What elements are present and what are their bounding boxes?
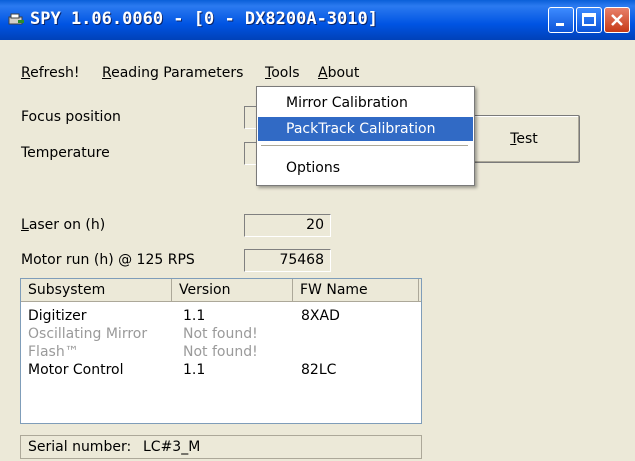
motor-run-value: 75468 [244, 249, 331, 272]
maximize-button[interactable] [576, 7, 602, 33]
serial-number-label: Serial number: [28, 439, 132, 455]
minimize-icon [556, 23, 564, 26]
menu-about[interactable]: About [318, 65, 359, 81]
test-button[interactable]: Test [468, 115, 580, 163]
laser-on-label: Laser on (h) [21, 217, 106, 233]
laser-on-value: 20 [244, 214, 331, 237]
row-subsystem: Digitizer [28, 308, 87, 324]
focus-position-label: Focus position [21, 109, 121, 125]
close-button[interactable] [604, 7, 630, 33]
menu-tools[interactable]: Tools [265, 65, 300, 81]
serial-number-panel: Serial number: LC#3_M [20, 435, 422, 459]
row-version: Not found! [183, 344, 258, 360]
row-subsystem: Oscillating Mirror [28, 326, 148, 342]
row-subsystem: Flash™ [28, 344, 79, 360]
row-fw-name: 82LC [301, 362, 337, 378]
title-bar[interactable]: SPY 1.06.0060 - [0 - DX8200A-3010] [0, 0, 635, 40]
close-icon [611, 14, 623, 26]
row-version: 1.1 [183, 308, 206, 324]
menu-refresh[interactable]: Refresh! [21, 65, 80, 81]
column-subsystem[interactable]: Subsystem [21, 279, 172, 301]
row-subsystem: Motor Control [28, 362, 124, 378]
list-header: Subsystem Version FW Name [21, 279, 421, 302]
column-fw-name[interactable]: FW Name [293, 279, 419, 301]
serial-number-value: LC#3_M [143, 439, 201, 455]
column-version[interactable]: Version [172, 279, 293, 301]
row-version: Not found! [183, 326, 258, 342]
motor-run-label: Motor run (h) @ 125 RPS [21, 252, 195, 268]
menu-item-mirror-calibration[interactable]: Mirror Calibration [258, 91, 473, 115]
temperature-label: Temperature [21, 145, 110, 161]
menu-reading-parameters[interactable]: Reading Parameters [102, 65, 243, 81]
menu-item-options[interactable]: Options [258, 156, 473, 180]
scanner-app-icon [8, 13, 24, 25]
subsystem-list[interactable]: Subsystem Version FW Name Digitizer 1.1 … [20, 278, 422, 424]
menu-bar: Refresh! Reading Parameters Tools About [0, 60, 635, 86]
maximize-icon [582, 13, 596, 26]
menu-separator [261, 145, 468, 146]
tools-dropdown-menu: Mirror Calibration PackTrack Calibration… [256, 86, 475, 186]
minimize-button[interactable] [548, 7, 574, 33]
row-fw-name: 8XAD [301, 308, 340, 324]
window-title: SPY 1.06.0060 - [0 - DX8200A-3010] [30, 9, 378, 29]
row-version: 1.1 [183, 362, 206, 378]
menu-item-packtrack-calibration[interactable]: PackTrack Calibration [258, 117, 473, 141]
